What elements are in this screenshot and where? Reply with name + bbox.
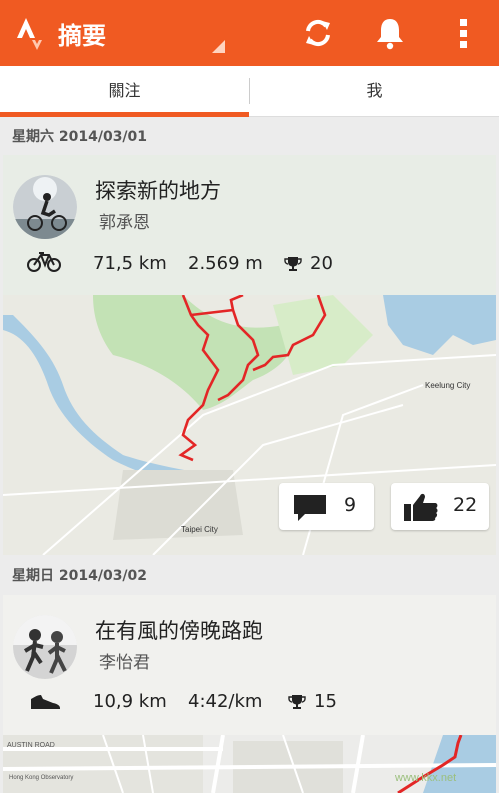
trophy-icon [288,695,306,709]
bicycle-icon [27,252,61,272]
tab-following[interactable]: 關注 [0,66,249,117]
comments-button[interactable]: 9 [279,483,374,530]
card-header: 在有風的傍晚路跑 李怡君 10,9 km 4:42/km 15 [3,595,496,735]
refresh-icon[interactable] [300,15,336,51]
bell-icon[interactable] [372,15,408,51]
achievements-count: 20 [310,253,333,274]
athlete-name[interactable]: 李怡君 [99,648,150,673]
date-header: 星期日 2014/03/02 [12,568,148,584]
map-label-observatory: Hong Kong Observatory [9,775,73,781]
athlete-name[interactable]: 郭承恩 [99,208,150,233]
date-header: 星期六 2014/03/01 [12,129,148,145]
avatar[interactable] [13,615,77,679]
comment-icon [294,495,326,521]
activity-title[interactable]: 探索新的地方 [95,175,221,205]
achievements-count: 15 [314,691,337,712]
feed-tabs: 關注 我 [0,66,499,117]
strava-logo-icon[interactable] [14,14,48,52]
running-shoe-icon [31,695,60,709]
map-label-austin-road: AUSTIN ROAD [7,742,55,749]
activity-card[interactable]: 在有風的傍晚路跑 李怡君 10,9 km 4:42/km 15 AUSTIN R… [3,595,496,793]
map-label-keelung: Keelung City [425,381,470,390]
watermark: www.kkx.net [395,772,457,784]
elevation-stat: 2.569 m [188,253,263,274]
distance-stat: 71,5 km [93,253,167,274]
tab-me[interactable]: 我 [250,66,499,116]
card-header: 探索新的地方 郭承恩 71,5 km 2.569 m 20 [3,155,496,295]
route-map[interactable]: AUSTIN ROAD Hong Kong Observatory [3,735,496,793]
page-title[interactable]: 摘要 [58,16,106,51]
app-bar: 摘要 [0,0,499,66]
distance-stat: 10,9 km [93,691,167,712]
activity-card[interactable]: 探索新的地方 郭承恩 71,5 km 2.569 m 20 Keelung Ci… [3,155,496,555]
map-label-taipei: Taipei City [181,525,218,534]
title-dropdown-indicator[interactable] [212,40,225,53]
kudos-count: 22 [453,494,478,516]
kudos-button[interactable]: 22 [391,483,489,530]
overflow-menu-icon[interactable] [446,15,482,51]
comments-count: 9 [344,494,357,516]
trophy-icon [284,257,302,271]
pace-stat: 4:42/km [188,691,263,712]
avatar[interactable] [13,175,77,239]
activity-title[interactable]: 在有風的傍晚路跑 [95,615,263,645]
thumbs-up-icon [404,493,438,521]
